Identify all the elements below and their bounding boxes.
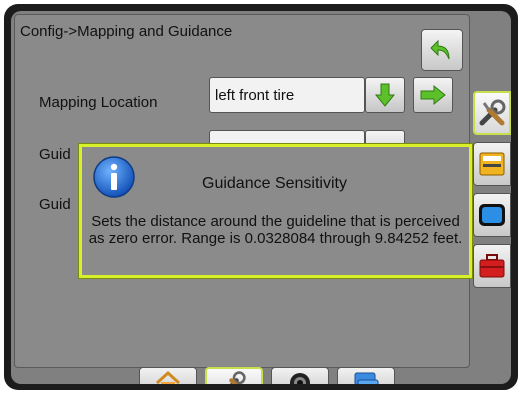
mapping-location-right-button[interactable] (413, 77, 453, 113)
back-arrow-icon (430, 39, 450, 60)
bottom-tab-layers[interactable] (337, 367, 395, 384)
layers-icon (354, 372, 379, 384)
info-icon (93, 156, 135, 198)
info-dialog[interactable]: Guidance Sensitivity Sets the distance a… (79, 144, 472, 278)
bottom-tab-tools[interactable] (205, 367, 263, 384)
bottom-tab-home[interactable] (139, 367, 197, 384)
sidebar-tools-button[interactable] (473, 91, 511, 135)
bottom-tab-camera[interactable] (271, 367, 329, 384)
green-right-arrow-icon (420, 84, 446, 106)
mapping-location-down-button[interactable] (365, 77, 405, 113)
screen: Config->Mapping and Guidance Mapping Loc… (11, 11, 511, 384)
sidebar-display-button[interactable] (473, 193, 511, 237)
back-button[interactable] (421, 29, 463, 71)
green-down-arrow-icon (374, 83, 396, 107)
device-bezel: Config->Mapping and Guidance Mapping Loc… (4, 4, 518, 390)
dialog-message: Sets the distance around the guideline t… (88, 213, 463, 247)
guidance-row-3-label: Guid (39, 196, 71, 213)
mapping-location-field[interactable]: left front tire (209, 77, 365, 113)
dialog-title: Guidance Sensitivity (202, 175, 347, 192)
display-icon (479, 204, 505, 226)
tools-icon (229, 371, 246, 384)
mapping-location-label: Mapping Location (39, 94, 158, 111)
page-title: Config->Mapping and Guidance (20, 23, 233, 40)
main-panel: Config->Mapping and Guidance Mapping Loc… (14, 14, 472, 368)
sidebar-toolbox-button[interactable] (473, 244, 511, 288)
sidebar-console-button[interactable] (473, 142, 511, 186)
mapping-location-value: left front tire (215, 87, 295, 104)
camera-icon (290, 373, 310, 384)
guidance-row-2-label: Guid (39, 146, 71, 163)
home-icon (155, 370, 181, 384)
console-icon (479, 152, 505, 176)
toolbox-icon (479, 254, 505, 278)
tools-icon (479, 99, 506, 126)
